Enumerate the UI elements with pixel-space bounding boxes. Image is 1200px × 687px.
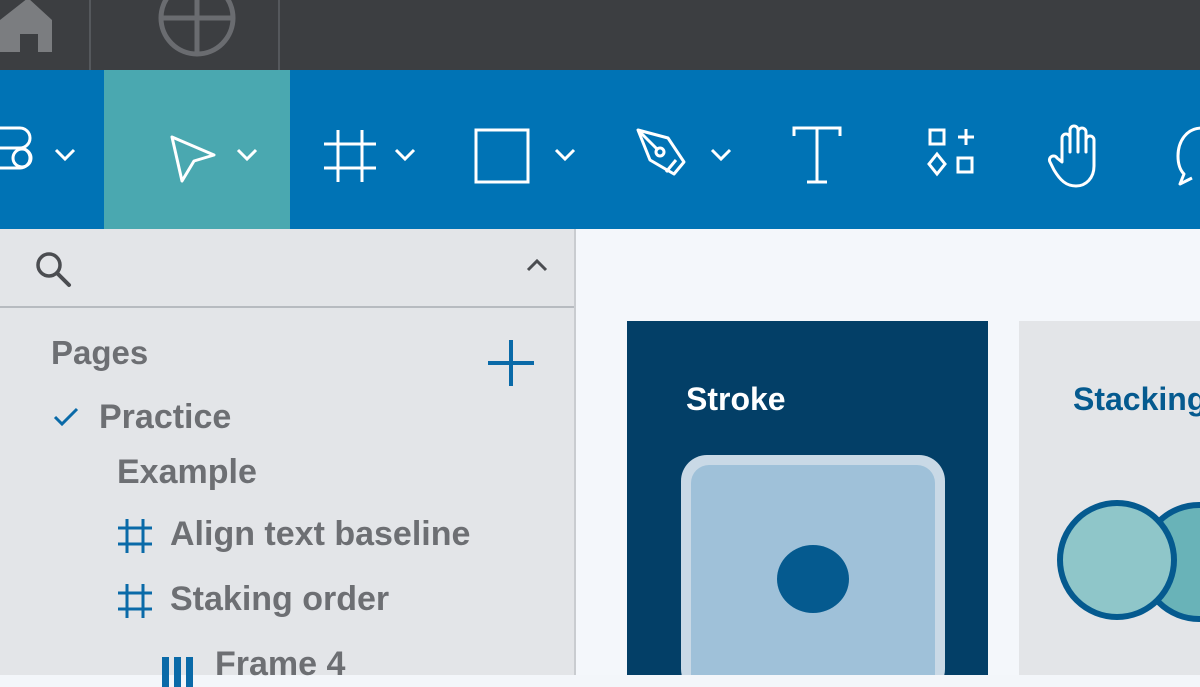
pen-nib-icon [636, 128, 686, 176]
checkmark-icon [53, 407, 79, 427]
comment-icon [1176, 126, 1200, 186]
topbar-divider [278, 0, 280, 70]
chevron-down-icon [554, 148, 576, 162]
layer-item-label: Staking order [170, 580, 390, 618]
cursor-arrow-icon [170, 135, 216, 183]
frame-hash-icon [118, 584, 152, 618]
main-menu-button[interactable] [0, 70, 104, 229]
resources-tool-button[interactable] [880, 70, 1000, 229]
text-t-icon [792, 126, 842, 184]
chevron-down-icon [394, 148, 416, 162]
chevron-up-icon[interactable] [526, 258, 548, 272]
stacking-frame-title: Stacking [1073, 381, 1200, 417]
topbar-divider [89, 0, 91, 70]
rectangle-icon [474, 128, 530, 184]
chevron-down-icon [54, 148, 76, 162]
pages-heading: Pages [51, 334, 149, 371]
pen-tool-button[interactable] [600, 70, 760, 229]
globe-icon[interactable] [150, 0, 250, 60]
chevron-down-icon [236, 148, 258, 162]
text-tool-button[interactable] [760, 70, 880, 229]
stacking-illustration[interactable] [1053, 499, 1200, 623]
figma-logo-icon [0, 126, 33, 170]
stroke-illustration[interactable] [677, 451, 949, 675]
add-page-plus-icon[interactable] [486, 338, 536, 388]
chevron-down-icon [710, 148, 732, 162]
frame-tool-button[interactable] [290, 70, 440, 229]
shape-tool-button[interactable] [440, 70, 600, 229]
layer-item-label: Frame 4 [215, 645, 346, 683]
layer-item-label: Align text baseline [170, 515, 471, 553]
search-icon[interactable] [34, 250, 74, 290]
hand-tool-button[interactable] [1000, 70, 1130, 229]
move-tool-button[interactable] [104, 70, 290, 229]
column-layout-icon [162, 657, 193, 687]
stroke-frame[interactable]: Stroke [627, 321, 988, 675]
top-system-bar [0, 0, 1200, 70]
frame-hash-icon [118, 519, 152, 553]
home-icon[interactable] [0, 0, 60, 60]
hand-icon [1048, 124, 1096, 188]
comment-tool-button[interactable] [1130, 70, 1200, 229]
frame-hash-icon [324, 130, 376, 182]
layer-item-label: Example [117, 453, 257, 491]
main-toolbar [0, 70, 1200, 229]
stacking-frame[interactable]: Stacking [1019, 321, 1200, 675]
components-icon [927, 128, 974, 177]
page-item-label: Practice [99, 398, 232, 436]
layer-search-bar[interactable] [0, 229, 574, 308]
stroke-frame-title: Stroke [686, 381, 786, 417]
layer-item-example[interactable]: Example [117, 453, 257, 492]
